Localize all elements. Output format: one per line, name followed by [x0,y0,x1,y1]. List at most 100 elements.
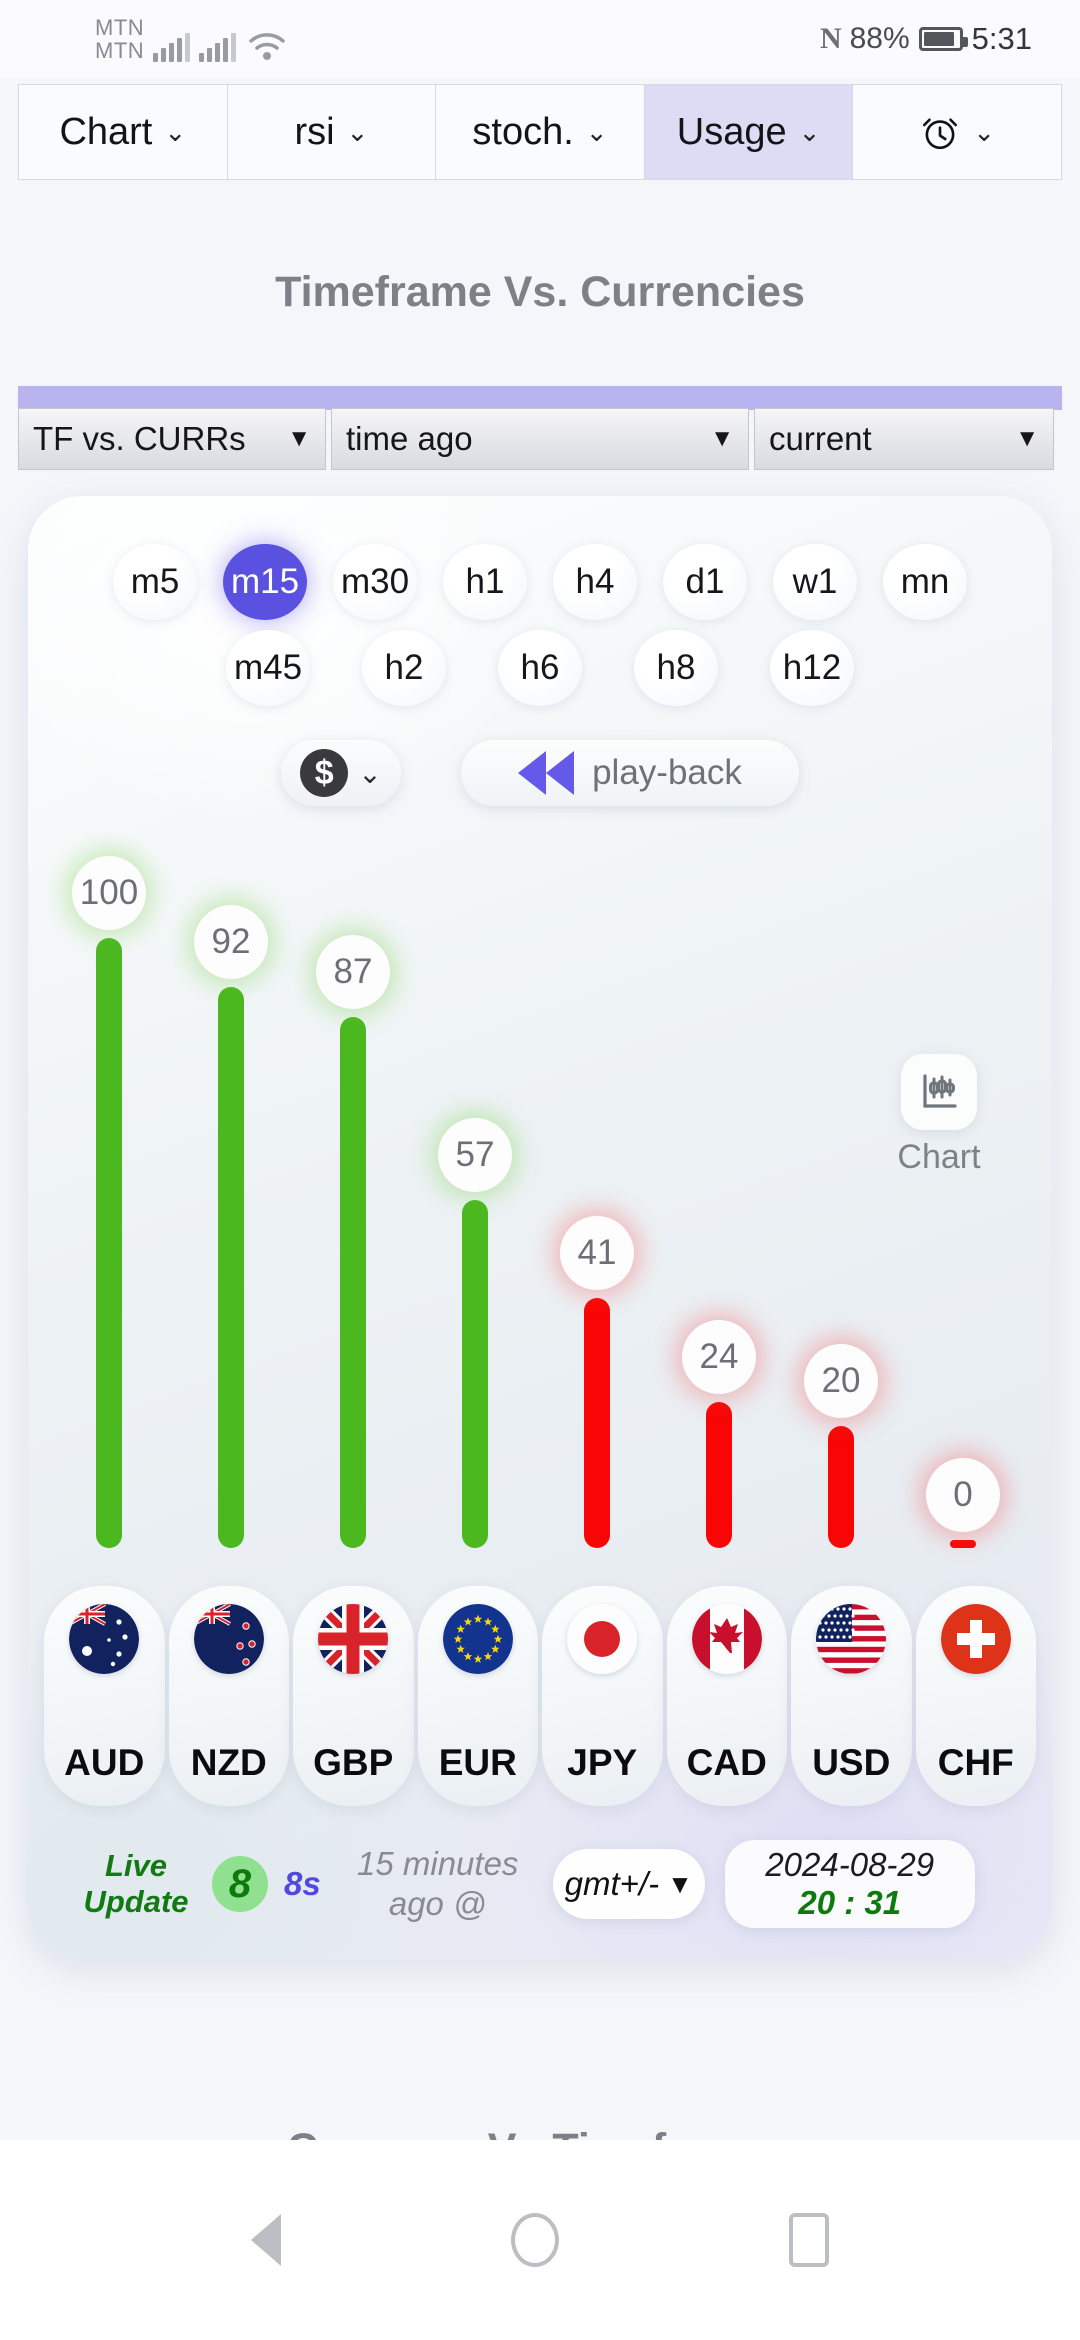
timeframe-pill-h2[interactable]: h2 [362,630,446,706]
gb-flag-icon [318,1604,389,1674]
chart-controls: $ ⌄ play-back [28,740,1052,806]
currency-card-aud[interactable]: AUD [44,1586,165,1806]
time-select[interactable]: time ago ▼ [331,408,749,470]
tab-alarm[interactable]: ⌄ [853,85,1061,179]
time-ago-label: 15 minutes ago @ [343,1844,533,1923]
status-bar-right: N 88% 5:31 [820,21,1032,57]
dollar-icon: $ [300,749,349,797]
timeframe-pill-w1[interactable]: w1 [773,544,857,620]
carrier-labels: MTN MTN [95,16,144,62]
chevron-down-icon: ▼ [710,425,734,452]
bar-value-badge-aud: 100 [72,856,146,930]
bar-nzd [218,987,244,1548]
currency-label-cad: CAD [686,1742,767,1783]
currency-card-nzd[interactable]: NZD [168,1586,289,1806]
bar-column-aud[interactable]: 100 [48,826,170,1566]
currency-label-usd: USD [812,1742,891,1783]
timeframe-pill-mn[interactable]: mn [883,544,967,620]
play-back-button[interactable]: play-back [461,740,799,806]
time-select-value: time ago [346,420,473,457]
currency-list: AUD NZD GBP EUR JPY CAD USD CHF [44,1586,1036,1806]
timeframe-row-2: m45 h2 h6 h8 h12 [28,630,1052,706]
bar-value-badge-gbp: 87 [316,935,390,1009]
bar-usd [828,1426,854,1548]
carrier-line-1: MTN [95,14,145,40]
currency-card-chf[interactable]: CHF [915,1586,1036,1806]
signal-bars-icon-2 [199,30,237,63]
status-footer: Live Update 8 8s 15 minutes ago @ gmt+/-… [28,1824,1052,1944]
bar-gbp [340,1017,366,1548]
home-icon[interactable] [511,2213,559,2267]
currency-card-usd[interactable]: USD [791,1586,912,1806]
chevron-down-icon: ⌄ [358,757,382,789]
recents-icon[interactable] [789,2213,829,2267]
bar-column-nzd[interactable]: 92 [170,826,292,1566]
currency-card-cad[interactable]: CAD [666,1586,787,1806]
current-select[interactable]: current ▼ [754,408,1054,470]
timeframe-pill-m5[interactable]: m5 [113,544,197,620]
ca-flag-icon [691,1604,762,1674]
time-ago-line-1: 15 minutes [357,1845,519,1883]
gmt-offset-select[interactable]: gmt+/- ▼ [552,1849,705,1919]
rewind-icon [518,751,575,795]
tab-chart[interactable]: Chart ⌄ [19,85,228,179]
timeframe-pill-h4[interactable]: h4 [553,544,637,620]
mode-select[interactable]: TF vs. CURRs ▼ [18,408,326,470]
chevron-down-icon: ⌄ [798,116,821,147]
status-clock: 5:31 [971,21,1032,56]
bar-column-usd[interactable]: 20 [780,826,902,1566]
update-counter-badge: 8 [212,1856,268,1912]
bar-value-badge-nzd: 92 [194,905,268,979]
timeframe-pill-h6[interactable]: h6 [498,630,582,706]
live-update-label: Live Update [70,1848,202,1919]
status-bar-left: MTN MTN [95,16,287,62]
bar-column-cad[interactable]: 24 [658,826,780,1566]
system-nav-bar [0,2140,1080,2340]
nfc-icon: N [819,22,842,55]
timeframe-pill-d1[interactable]: d1 [663,544,747,620]
candlestick-chart-icon [901,1054,977,1130]
chart-shortcut-button[interactable]: Chart [874,1054,1004,1177]
eu-flag-icon [442,1604,513,1674]
signal-bars-icon-1 [153,30,191,63]
bar-column-jpy[interactable]: 41 [536,826,658,1566]
timeframe-pill-h8[interactable]: h8 [634,630,718,706]
tab-stoch[interactable]: stoch. ⌄ [436,85,645,179]
tab-usage[interactable]: Usage ⌄ [644,85,854,179]
currency-label-aud: AUD [64,1742,145,1783]
battery-icon [918,27,968,51]
currency-card-eur[interactable]: EUR [417,1586,538,1806]
timeframe-pill-h12[interactable]: h12 [770,630,854,706]
chevron-down-icon: ⌄ [973,116,996,147]
currency-card-gbp[interactable]: GBP [293,1586,414,1806]
tab-rsi[interactable]: rsi ⌄ [228,85,437,179]
timeframe-pill-m30[interactable]: m30 [333,544,417,620]
nz-flag-icon [193,1604,264,1674]
timeframe-pill-h1[interactable]: h1 [443,544,527,620]
play-back-label: play-back [592,753,742,792]
bar-jpy [584,1298,610,1548]
tab-chart-label: Chart [59,110,153,153]
tab-stoch-label: stoch. [472,110,574,153]
timeframe-pill-m15[interactable]: m15 [223,544,307,620]
bar-column-eur[interactable]: 57 [414,826,536,1566]
currency-label-nzd: NZD [190,1742,267,1783]
back-icon[interactable] [251,2214,281,2266]
bar-column-chf[interactable]: 0 [902,826,1024,1566]
app-screen: MTN MTN N 88% 5:31 Chart ⌄ rsi ⌄ stoch. … [0,0,1080,2340]
bar-aud [96,938,122,1548]
bar-chf [950,1540,976,1548]
tab-usage-label: Usage [676,110,787,153]
alarm-clock-icon [923,118,958,150]
timeframe-row-1: m5 m15 m30 h1 h4 d1 w1 mn [28,544,1052,620]
currency-unit-select[interactable]: $ ⌄ [281,740,401,806]
bar-chart: 100 92 87 57 41 24 20 0 [28,826,1052,1566]
bar-column-gbp[interactable]: 87 [292,826,414,1566]
gmt-offset-label: gmt+/- [564,1865,660,1902]
bar-value-badge-jpy: 41 [560,1216,634,1290]
currency-card-jpy[interactable]: JPY [542,1586,663,1806]
page-title-top: Timeframe Vs. Currencies [275,268,805,316]
main-panel: m5 m15 m30 h1 h4 d1 w1 mn m45 h2 h6 h8 h12 $ ⌄ play… [28,496,1052,1960]
timeframe-pill-m45[interactable]: m45 [226,630,310,706]
chevron-down-icon: ▼ [667,1868,693,1899]
